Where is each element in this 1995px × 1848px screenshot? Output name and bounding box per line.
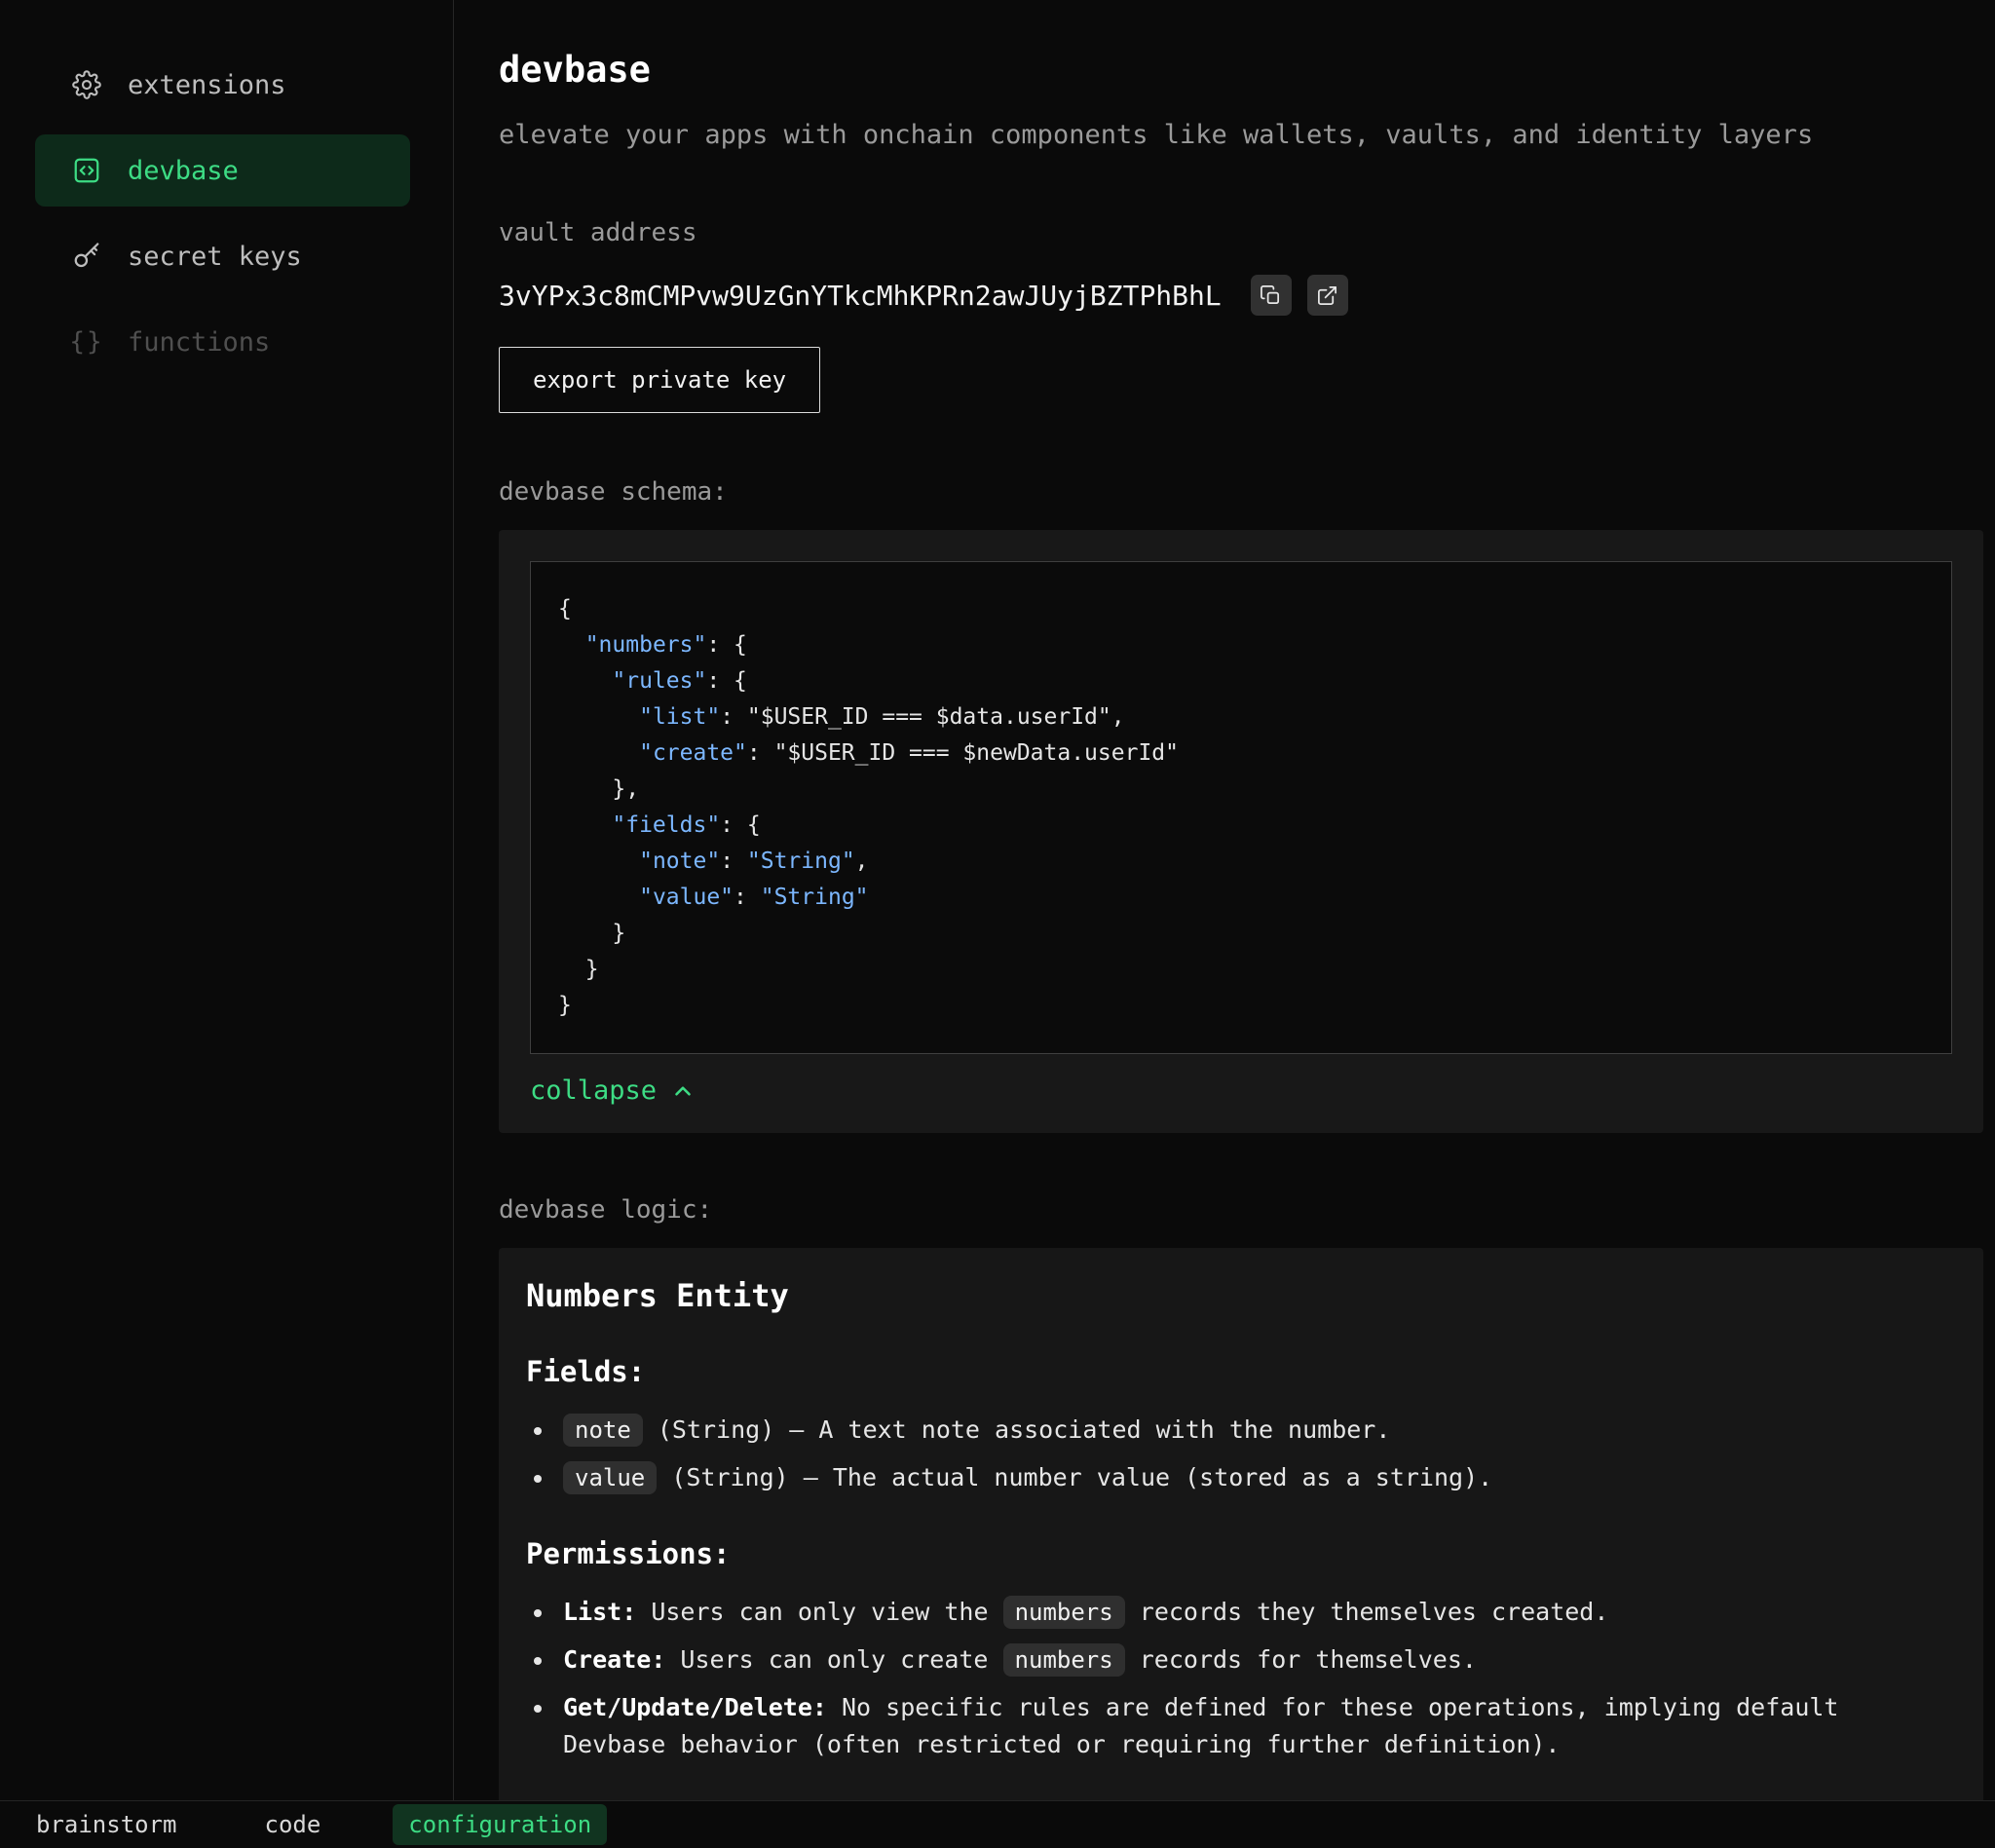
code-line: { xyxy=(558,591,1932,627)
code-line: "numbers": { xyxy=(558,627,1932,663)
logic-sections: Fields: note (String) — A text note assoc… xyxy=(526,1355,1948,1800)
code-box-icon xyxy=(71,155,102,186)
footer-tab-configuration[interactable]: configuration xyxy=(393,1804,607,1845)
logic-bullet: Get/Update/Delete: No specific rules are… xyxy=(555,1689,1948,1763)
logic-bullet-list: note (String) — A text note associated w… xyxy=(526,1412,1948,1496)
code-line: } xyxy=(558,952,1932,988)
gear-icon xyxy=(71,69,102,100)
logic-section-heading: Permissions: xyxy=(526,1537,1948,1570)
sidebar: extensions devbase secret keys {} functions xyxy=(0,0,454,1800)
sidebar-item-label: devbase xyxy=(128,156,239,186)
collapse-button[interactable]: collapse xyxy=(530,1075,696,1106)
sidebar-item-label: secret keys xyxy=(128,242,302,272)
copy-icon xyxy=(1260,284,1282,307)
footer-tab-code[interactable]: code xyxy=(249,1804,337,1845)
logic-label: devbase logic: xyxy=(499,1195,1983,1225)
sidebar-item-secret-keys[interactable]: secret keys xyxy=(35,220,410,292)
page-subtitle: elevate your apps with onchain component… xyxy=(499,120,1983,150)
chevron-up-icon xyxy=(670,1078,696,1104)
schema-code-block: { "numbers": { "rules": { "list": "$USER… xyxy=(530,561,1952,1054)
logic-panel: Numbers Entity Fields: note (String) — A … xyxy=(499,1248,1983,1800)
collapse-label: collapse xyxy=(530,1075,657,1106)
sidebar-item-label: functions xyxy=(128,327,270,358)
vault-address-label: vault address xyxy=(499,218,1983,247)
braces-icon: {} xyxy=(71,326,102,358)
footer-tab-brainstorm[interactable]: brainstorm xyxy=(20,1804,193,1845)
schema-panel: { "numbers": { "rules": { "list": "$USER… xyxy=(499,530,1983,1133)
export-private-key-button[interactable]: export private key xyxy=(499,347,820,413)
schema-label: devbase schema: xyxy=(499,477,1983,507)
code-line: "create": "$USER_ID === $newData.userId" xyxy=(558,735,1932,772)
code-line: "value": "String" xyxy=(558,880,1932,916)
code-line: "list": "$USER_ID === $data.userId", xyxy=(558,699,1932,735)
main-content: devbase elevate your apps with onchain c… xyxy=(454,0,1995,1800)
code-line: "fields": { xyxy=(558,808,1932,844)
logic-bullet: Create: Users can only create numbers re… xyxy=(555,1641,1948,1678)
code-line: "rules": { xyxy=(558,663,1932,699)
vault-address-value: 3vYPx3c8mCMPvw9UzGnYTkcMhKPRn2awJUyjBZTP… xyxy=(499,280,1222,312)
open-external-button[interactable] xyxy=(1307,275,1348,316)
logic-section-heading: Fields: xyxy=(526,1355,1948,1388)
footer-tab-bar: brainstorm code configuration xyxy=(0,1800,1995,1848)
sidebar-item-functions[interactable]: {} functions xyxy=(35,306,410,378)
sidebar-nav: extensions devbase secret keys {} functions xyxy=(0,49,453,378)
sidebar-item-devbase[interactable]: devbase xyxy=(35,134,410,207)
code-line: "note": "String", xyxy=(558,844,1932,880)
key-icon xyxy=(71,241,102,272)
app-window: extensionsdevbasesecret keys{}functions … xyxy=(0,0,1995,1800)
logic-entity-title: Numbers Entity xyxy=(526,1277,1948,1314)
code-line: } xyxy=(558,988,1932,1024)
external-link-icon xyxy=(1316,284,1338,307)
sidebar-item-extensions[interactable]: extensions xyxy=(35,49,410,121)
sidebar-item-label: extensions xyxy=(128,70,286,100)
page-title: devbase xyxy=(499,49,1983,91)
logic-bullet: value (String) — The actual number value… xyxy=(555,1459,1948,1496)
code-line: } xyxy=(558,916,1932,952)
logic-bullet: List: Users can only view the numbers re… xyxy=(555,1594,1948,1631)
logic-bullet-list: List: Users can only view the numbers re… xyxy=(526,1594,1948,1763)
logic-bullet: note (String) — A text note associated w… xyxy=(555,1412,1948,1449)
code-line: }, xyxy=(558,772,1932,808)
copy-address-button[interactable] xyxy=(1251,275,1292,316)
vault-address-row: 3vYPx3c8mCMPvw9UzGnYTkcMhKPRn2awJUyjBZTP… xyxy=(499,275,1983,316)
